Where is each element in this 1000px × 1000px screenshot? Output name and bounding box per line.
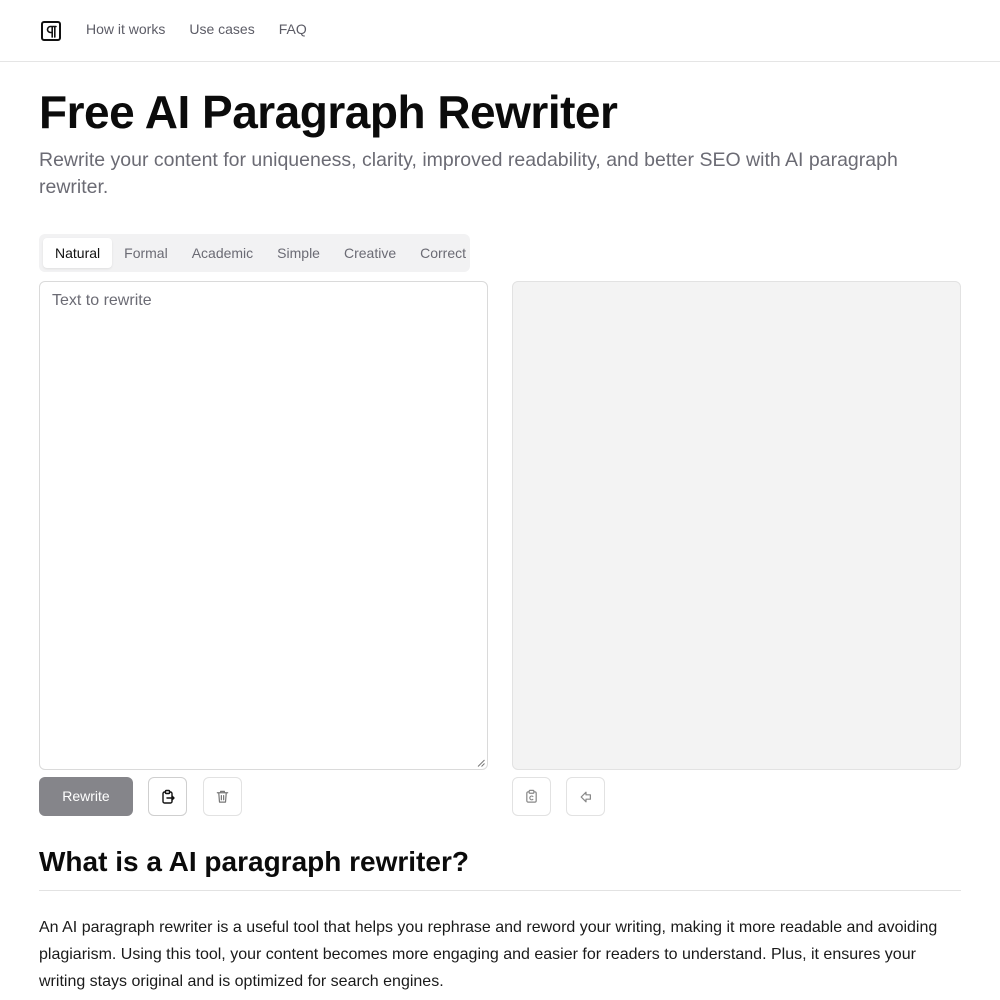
arrow-left-icon — [580, 791, 591, 802]
tab-natural[interactable]: Natural — [43, 238, 113, 268]
section-divider — [39, 890, 961, 891]
tab-creative[interactable]: Creative — [332, 238, 408, 268]
top-navigation: How it works Use cases FAQ — [0, 0, 1000, 62]
paste-button[interactable] — [148, 777, 187, 816]
rewritten-output-panel[interactable] — [512, 281, 961, 770]
tab-simple[interactable]: Simple — [265, 238, 332, 268]
rewrite-button[interactable]: Rewrite — [39, 777, 133, 816]
tab-formal[interactable]: Formal — [112, 238, 180, 268]
clear-button[interactable] — [203, 777, 242, 816]
pilcrow-icon[interactable] — [41, 21, 61, 41]
tab-academic[interactable]: Academic — [180, 238, 265, 268]
nav-link-how-it-works[interactable]: How it works — [86, 20, 165, 38]
nav-link-use-cases[interactable]: Use cases — [189, 20, 254, 38]
resize-handle-icon[interactable] — [477, 759, 485, 767]
nav-link-faq[interactable]: FAQ — [279, 20, 307, 38]
clipboard-copy-icon — [526, 789, 537, 803]
tab-correct[interactable]: Correct — [408, 238, 478, 268]
nav-links: How it works Use cases FAQ — [86, 20, 331, 38]
input-text-panel — [39, 281, 488, 770]
rewrite-mode-tabs: Natural Formal Academic Simple Creative … — [39, 234, 470, 272]
use-output-button[interactable] — [566, 777, 605, 816]
trash-icon — [216, 790, 229, 803]
clipboard-paste-icon — [161, 789, 175, 804]
page-subtitle: Rewrite your content for uniqueness, cla… — [39, 149, 898, 198]
page-title: Free AI Paragraph Rewriter — [39, 86, 618, 138]
text-to-rewrite-input[interactable] — [40, 282, 487, 769]
copy-output-button[interactable] — [512, 777, 551, 816]
section-heading: What is a AI paragraph rewriter? — [39, 846, 469, 877]
section-paragraph: An AI paragraph rewriter is a useful too… — [39, 919, 938, 990]
